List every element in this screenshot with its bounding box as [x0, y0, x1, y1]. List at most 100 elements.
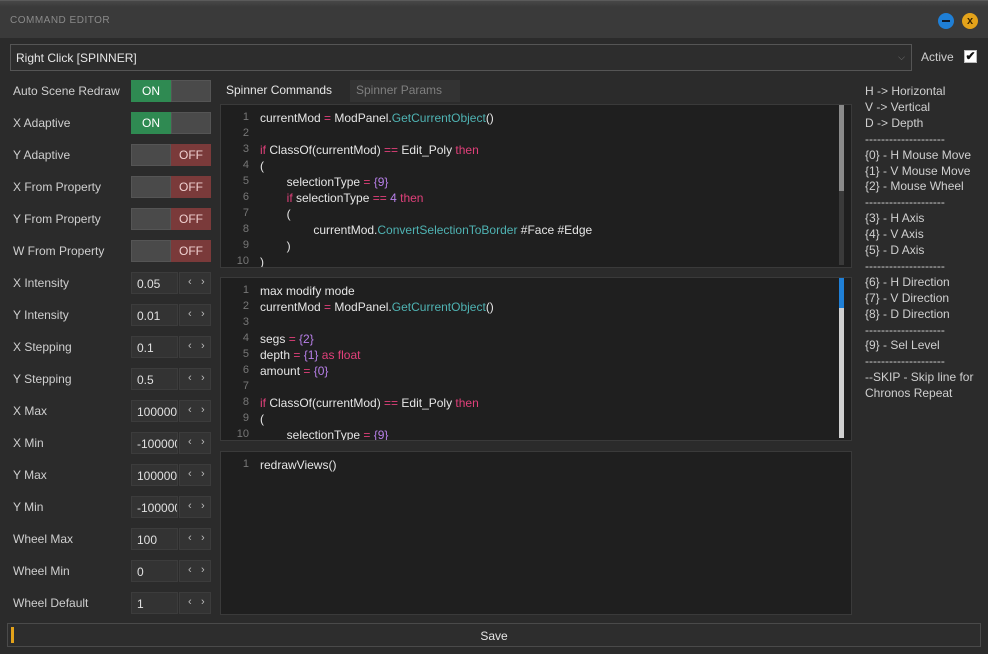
active-checkbox[interactable]: ✔ [964, 50, 977, 63]
increment-icon[interactable]: › [201, 596, 205, 608]
toggle-label: Y From Property [13, 212, 101, 226]
toggle-label: Y Adaptive [13, 148, 71, 162]
spinner-buttons: ‹ › [179, 496, 211, 518]
toggle-label: X From Property [13, 180, 102, 194]
increment-icon[interactable]: › [201, 436, 205, 448]
active-label: Active [921, 50, 954, 64]
spinner-label: Y Min [13, 500, 44, 514]
spinner-input[interactable]: 0.01 [131, 304, 178, 326]
code-text: ( [260, 412, 264, 426]
increment-icon[interactable]: › [201, 532, 205, 544]
toggle-switch[interactable]: OFF [131, 208, 211, 230]
command-select[interactable]: Right Click [SPINNER] ⌵ [10, 44, 912, 71]
spinner-input[interactable]: 0.05 [131, 272, 178, 294]
spinner-input[interactable]: 1 [131, 592, 178, 614]
code-text: max modify mode [260, 284, 355, 298]
tab-spinner-params[interactable]: Spinner Params [350, 80, 460, 102]
line-number: 3 [242, 316, 249, 328]
line-number: 4 [242, 332, 249, 344]
command-select-value: Right Click [SPINNER] [16, 51, 137, 65]
toggle-switch[interactable]: OFF [131, 240, 211, 262]
line-number: 10 [236, 255, 249, 267]
increment-icon[interactable]: › [201, 404, 205, 416]
decrement-icon[interactable]: ‹ [188, 276, 192, 288]
command-code-editor[interactable]: 1 currentMod = ModPanel.GetCurrentObject(… [220, 104, 852, 268]
spinner-label: Wheel Min [13, 564, 70, 578]
spinner-value: 1 [137, 597, 144, 611]
toggle-switch[interactable]: OFF [131, 144, 211, 166]
legend-item: {4} - V Axis [865, 227, 924, 242]
decrement-icon[interactable]: ‹ [188, 308, 192, 320]
toggle-knob [171, 112, 211, 134]
decrement-icon[interactable]: ‹ [188, 596, 192, 608]
line-number: 8 [242, 396, 249, 408]
line-number: 3 [242, 143, 249, 155]
code-text: ) [260, 255, 264, 268]
tab-spinner-commands[interactable]: Spinner Commands [220, 80, 345, 102]
decrement-icon[interactable]: ‹ [188, 532, 192, 544]
scrollbar-thumb[interactable] [839, 278, 844, 308]
spinner-input[interactable]: 100 [131, 528, 178, 550]
toggle-switch[interactable]: OFF [131, 176, 211, 198]
legend-item: {0} - H Mouse Move [865, 147, 972, 162]
spinner-input[interactable]: -100000 [131, 496, 178, 518]
decrement-icon[interactable]: ‹ [188, 500, 192, 512]
decrement-icon[interactable]: ‹ [188, 468, 192, 480]
spinner-input[interactable]: 100000 [131, 464, 178, 486]
increment-icon[interactable]: › [201, 564, 205, 576]
spinner-input[interactable]: 100000 [131, 400, 178, 422]
spinner-input[interactable]: 0.1 [131, 336, 178, 358]
spinner-input[interactable]: 0 [131, 560, 178, 582]
code-text: if ClassOf(currentMod) == Edit_Poly then [260, 143, 479, 157]
post-code-editor[interactable]: 1 redrawViews() [220, 451, 852, 615]
spinner-buttons: ‹ › [179, 560, 211, 582]
decrement-icon[interactable]: ‹ [188, 340, 192, 352]
code-text: amount = {0} [260, 364, 329, 378]
spinner-label: Wheel Max [13, 532, 74, 546]
toggle-switch[interactable]: ON [131, 80, 211, 102]
line-number: 4 [242, 159, 249, 171]
toggle-on-label: ON [131, 80, 171, 102]
spinner-input[interactable]: -100000 [131, 432, 178, 454]
spinner-control: -100000 ‹ › [131, 432, 211, 454]
spinner-value: 100000 [137, 469, 178, 483]
increment-icon[interactable]: › [201, 372, 205, 384]
code-text: depth = {1} as float [260, 348, 361, 362]
decrement-icon[interactable]: ‹ [188, 564, 192, 576]
legend-item: {7} - V Direction [865, 290, 950, 305]
spinner-value: 0.5 [137, 373, 154, 387]
increment-icon[interactable]: › [201, 276, 205, 288]
legend-item: V -> Vertical [865, 99, 931, 114]
legend-divider: -------------------- [865, 195, 945, 210]
spinner-label: Y Stepping [13, 372, 72, 386]
spinner-buttons: ‹ › [179, 464, 211, 486]
code-text: segs = {2} [260, 332, 314, 346]
spinner-value: 0 [137, 565, 144, 579]
spinner-input[interactable]: 0.5 [131, 368, 178, 390]
save-button[interactable]: Save [7, 623, 981, 647]
increment-icon[interactable]: › [201, 308, 205, 320]
decrement-icon[interactable]: ‹ [188, 404, 192, 416]
increment-icon[interactable]: › [201, 468, 205, 480]
increment-icon[interactable]: › [201, 500, 205, 512]
code-text: ( [260, 207, 291, 221]
decrement-icon[interactable]: ‹ [188, 372, 192, 384]
toggle-off-label: OFF [171, 144, 211, 166]
spinner-control: 100 ‹ › [131, 528, 211, 550]
minimize-button[interactable] [938, 13, 954, 29]
close-button[interactable]: x [962, 13, 978, 29]
toggle-on-label: ON [131, 112, 171, 134]
line-number: 7 [242, 207, 249, 219]
increment-icon[interactable]: › [201, 340, 205, 352]
scrollbar-thumb[interactable] [839, 105, 844, 191]
toggle-switch[interactable]: ON [131, 112, 211, 134]
line-number: 1 [242, 284, 249, 296]
line-number: 6 [242, 191, 249, 203]
tab-label: Spinner Params [356, 83, 443, 97]
spinner-value: 0.01 [137, 309, 161, 323]
legend-item: {3} - H Axis [865, 211, 925, 226]
decrement-icon[interactable]: ‹ [188, 436, 192, 448]
legend-item: {6} - H Direction [865, 274, 950, 289]
spinner-value: -100000 [137, 437, 178, 451]
params-code-editor[interactable]: 1 max modify mode 2 currentMod = ModPanel.G… [220, 277, 852, 441]
